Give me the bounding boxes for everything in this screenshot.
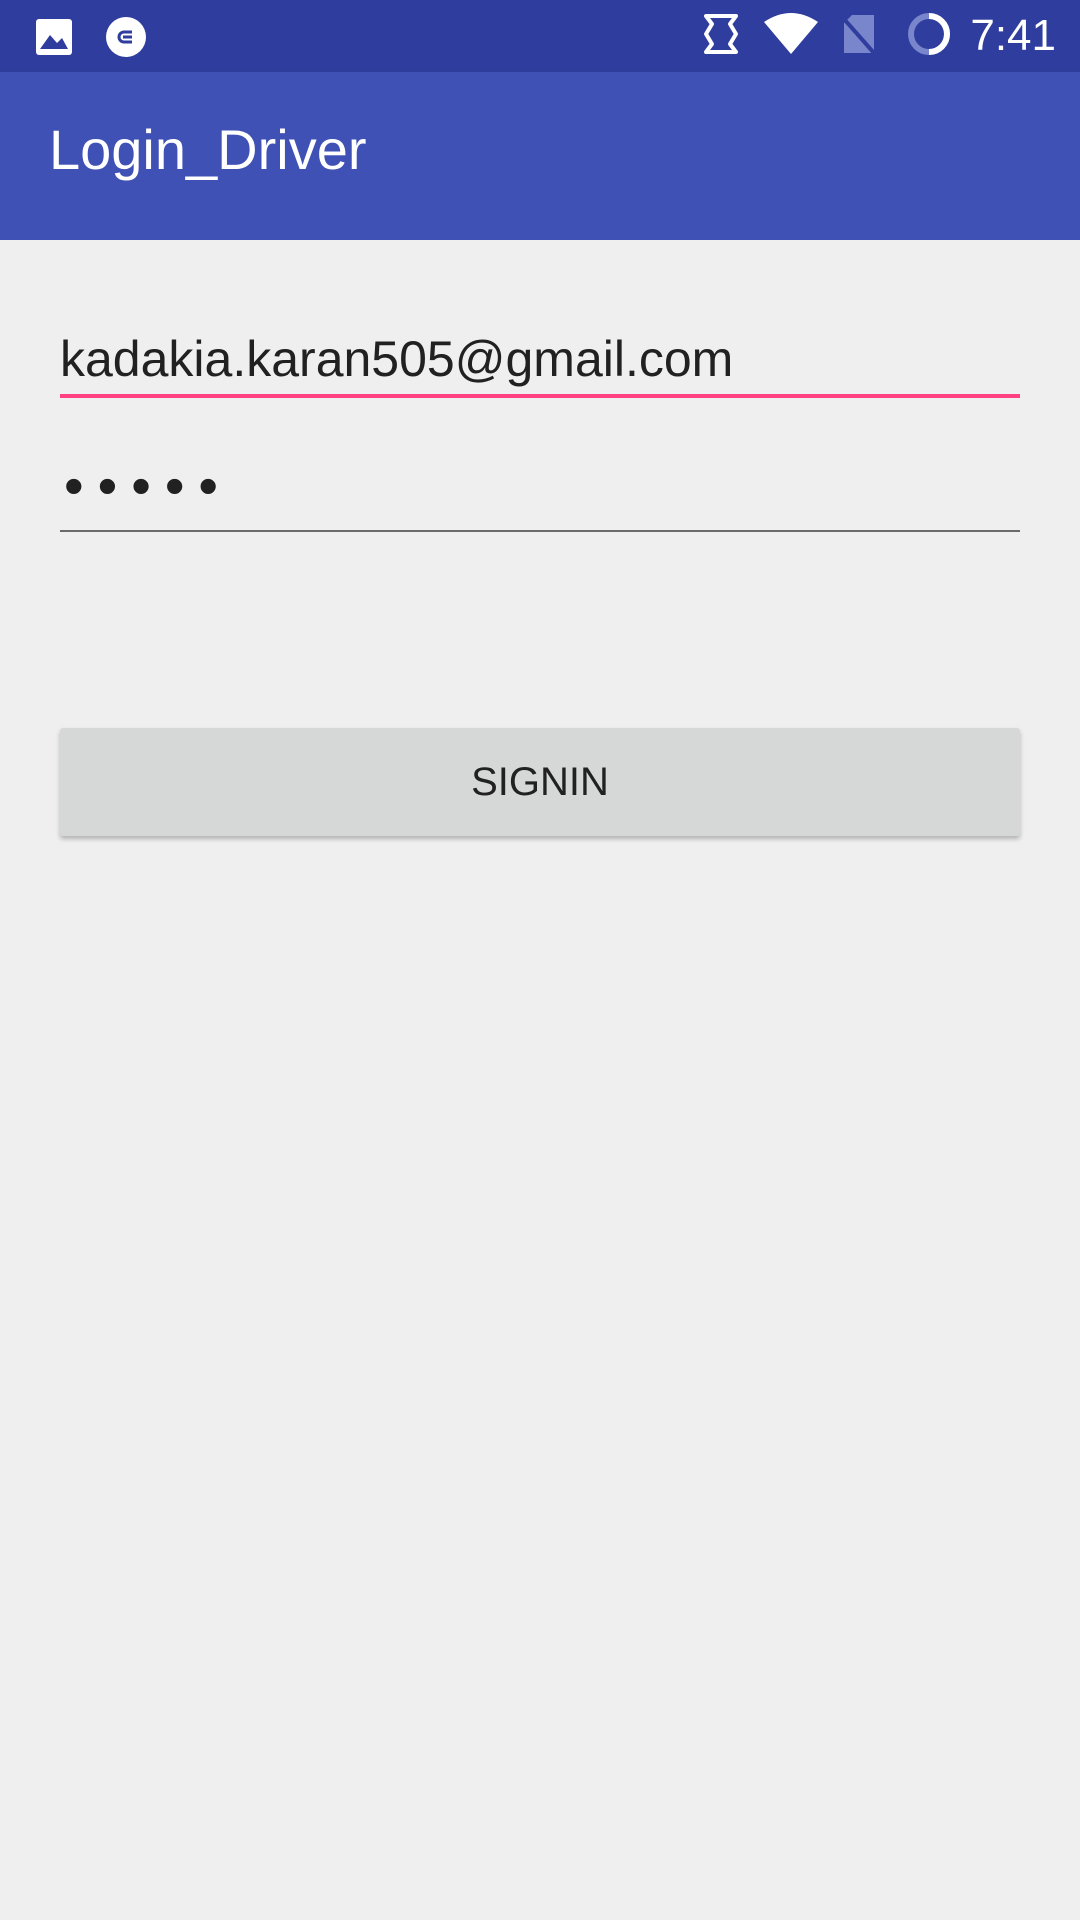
- status-left-icons: [34, 16, 147, 63]
- email-field-underline: [60, 394, 1020, 398]
- signin-button[interactable]: SIGNIN: [60, 728, 1020, 836]
- vibrate-icon: [702, 12, 740, 61]
- app-title: Login_Driver: [49, 118, 367, 181]
- status-clock: 7:41: [970, 11, 1056, 60]
- password-field[interactable]: •••••: [60, 458, 1020, 532]
- wifi-icon: [762, 12, 820, 61]
- email-field[interactable]: kadakia.karan505@gmail.com: [60, 328, 1020, 398]
- status-bar: 7:41: [0, 0, 1080, 72]
- no-sim-icon: [842, 13, 876, 60]
- battery-saver-icon: [906, 11, 952, 62]
- sync-icon: [105, 16, 147, 63]
- password-mask: •••••: [64, 454, 233, 517]
- gallery-icon: [34, 17, 74, 62]
- status-right-icons: 7:41: [702, 0, 1056, 72]
- password-field-underline: [60, 530, 1020, 532]
- email-value: kadakia.karan505@gmail.com: [60, 331, 734, 387]
- app-bar: Login_Driver: [0, 72, 1080, 240]
- login-form: kadakia.karan505@gmail.com ••••• SIGNIN: [0, 240, 1080, 1920]
